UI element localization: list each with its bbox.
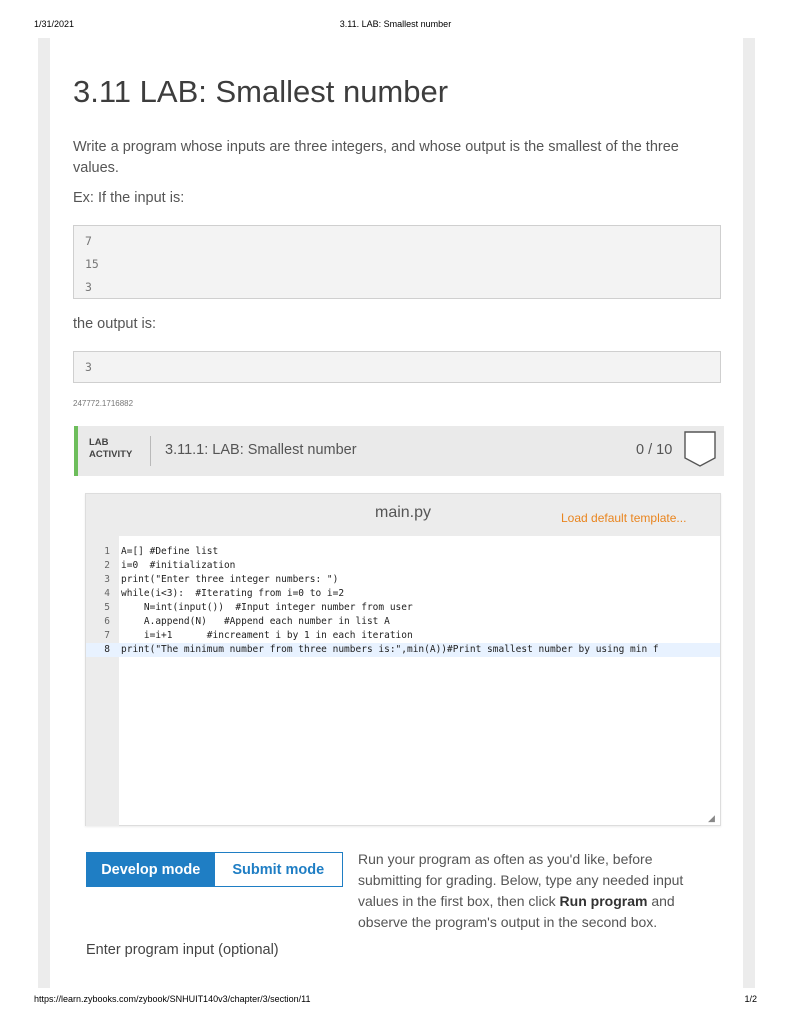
completion-badge-icon bbox=[684, 431, 716, 467]
code-text[interactable]: i=i+1 #increament i by 1 in each iterati… bbox=[121, 629, 721, 643]
run-program-emphasis: Run program bbox=[559, 893, 648, 909]
load-default-template-link[interactable]: Load default template... bbox=[561, 511, 686, 525]
line-number: 6 bbox=[104, 616, 110, 627]
code-text[interactable]: print("Enter three integer numbers: ") bbox=[121, 573, 721, 587]
example-output-box: 3 bbox=[73, 351, 721, 383]
lab-tag-line: LAB bbox=[89, 437, 109, 448]
print-url: https://learn.zybooks.com/zybook/SNHUIT1… bbox=[34, 994, 311, 1004]
content-id: 247772.1716882 bbox=[73, 399, 134, 408]
code-text[interactable]: N=int(input()) #Input integer number fro… bbox=[121, 601, 721, 615]
lab-activity-header: LAB ACTIVITY 3.11.1: LAB: Smallest numbe… bbox=[74, 426, 724, 476]
example-input-box: 7 15 3 bbox=[73, 225, 721, 299]
code-editor-panel: main.py Load default template... 1 A=[] #… bbox=[85, 493, 721, 826]
program-input-label: Enter program input (optional) bbox=[86, 942, 279, 958]
code-lines[interactable]: 1 A=[] #Define list 2 i=0 #initialization 3 p… bbox=[86, 545, 720, 657]
print-page-number: 1/2 bbox=[744, 994, 757, 1004]
code-line[interactable]: 4 while(i<3): #Iterating from i=0 to i=2 bbox=[86, 587, 720, 601]
line-number: 8 bbox=[104, 644, 110, 655]
activity-divider bbox=[150, 436, 151, 466]
code-line[interactable]: 1 A=[] #Define list bbox=[86, 545, 720, 559]
line-number: 3 bbox=[104, 574, 110, 585]
section-title: 3.11 LAB: Smallest number bbox=[73, 74, 449, 109]
code-line[interactable]: 5 N=int(input()) #Input integer number f… bbox=[86, 601, 720, 615]
line-number: 1 bbox=[104, 546, 110, 557]
run-instructions: Run your program as often as you'd like,… bbox=[358, 849, 720, 933]
submit-mode-button[interactable]: Submit mode bbox=[214, 853, 342, 886]
editor-toolbar: main.py Load default template... bbox=[86, 494, 720, 536]
left-margin bbox=[38, 38, 50, 988]
code-line[interactable]: 3 print("Enter three integer numbers: ") bbox=[86, 573, 720, 587]
example-label: Ex: If the input is: bbox=[73, 190, 185, 206]
mode-toggle: Develop mode Submit mode bbox=[86, 852, 343, 887]
code-line[interactable]: 7 i=i+1 #increament i by 1 in each itera… bbox=[86, 629, 720, 643]
print-page-title: 3.11. LAB: Smallest number bbox=[339, 19, 452, 29]
activity-score: 0 / 10 bbox=[636, 442, 673, 458]
resize-handle-icon[interactable]: ◢ bbox=[708, 814, 717, 823]
print-header: 1/31/2021 3.11. LAB: Smallest number bbox=[34, 19, 757, 33]
right-scrollbar[interactable] bbox=[743, 38, 755, 988]
activity-title: 3.11.1: LAB: Smallest number bbox=[165, 442, 357, 458]
print-footer: https://learn.zybooks.com/zybook/SNHUIT1… bbox=[34, 994, 757, 1008]
code-line[interactable]: 8 print("The minimum number from three nu… bbox=[86, 643, 720, 657]
line-number: 4 bbox=[104, 588, 110, 599]
lab-activity-tag: LAB ACTIVITY bbox=[89, 437, 132, 461]
develop-mode-button[interactable]: Develop mode bbox=[87, 853, 215, 886]
code-text[interactable]: A.append(N) #Append each number in list … bbox=[121, 615, 721, 629]
code-text[interactable]: A=[] #Define list bbox=[121, 545, 721, 559]
example-input-line: 3 bbox=[85, 280, 92, 294]
example-input-line: 7 bbox=[85, 234, 92, 248]
code-text[interactable]: i=0 #initialization bbox=[121, 559, 721, 573]
line-number: 7 bbox=[104, 630, 110, 641]
code-text[interactable]: print("The minimum number from three num… bbox=[121, 643, 721, 657]
example-input-line: 15 bbox=[85, 257, 99, 271]
output-label: the output is: bbox=[73, 316, 157, 332]
lab-tag-line: ACTIVITY bbox=[89, 449, 133, 460]
line-number: 2 bbox=[104, 560, 110, 571]
line-number: 5 bbox=[104, 602, 110, 613]
code-line[interactable]: 6 A.append(N) #Append each number in lis… bbox=[86, 615, 720, 629]
example-output-line: 3 bbox=[85, 360, 92, 374]
lab-prompt: Write a program whose inputs are three i… bbox=[73, 139, 679, 176]
code-text[interactable]: while(i<3): #Iterating from i=0 to i=2 bbox=[121, 587, 721, 601]
code-line[interactable]: 2 i=0 #initialization bbox=[86, 559, 720, 573]
code-editor[interactable]: 1 A=[] #Define list 2 i=0 #initialization 3 p… bbox=[86, 536, 720, 826]
